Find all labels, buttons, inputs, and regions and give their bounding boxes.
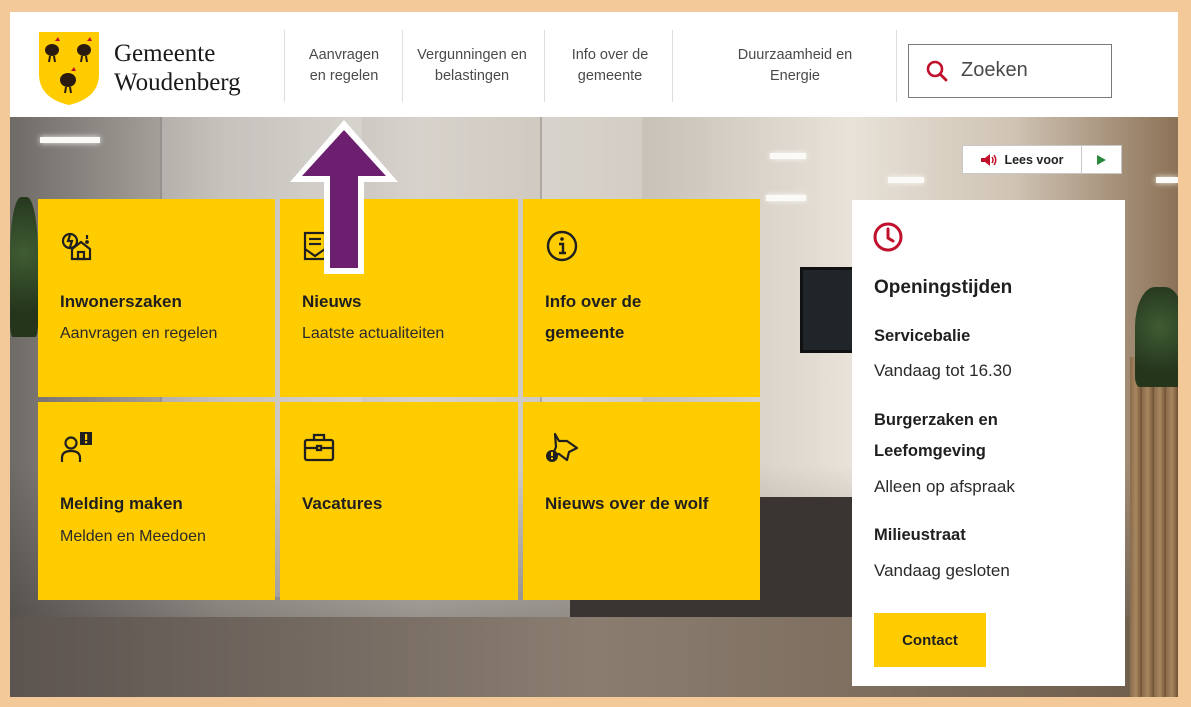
ceiling-light xyxy=(40,137,100,143)
play-icon xyxy=(1097,154,1106,165)
tile-melding-maken[interactable]: Melding maken Melden en Meedoen xyxy=(38,402,275,600)
woudenberg-logo[interactable] xyxy=(36,30,102,106)
contact-button[interactable]: Contact xyxy=(874,613,986,667)
annotation-arrow-icon xyxy=(290,120,398,274)
nav-vergunningen-en-belastingen[interactable]: Vergunningen en belastingen xyxy=(408,26,536,106)
tile-title: Vacatures xyxy=(302,494,383,513)
tile-title: Melding maken xyxy=(60,494,183,513)
tile-info-over-de-gemeente[interactable]: Info over de gemeente xyxy=(523,199,760,397)
house-energy-icon xyxy=(61,232,92,261)
page-frame: Gemeente Woudenberg Aanvragen en regelen… xyxy=(10,12,1178,697)
search-icon[interactable] xyxy=(925,59,949,83)
nav-divider xyxy=(672,30,673,102)
wolf-alert-icon xyxy=(546,432,579,462)
nav-info-over-de-gemeente[interactable]: Info over de gemeente xyxy=(550,26,670,106)
opening-hours-panel: Openingstijden Servicebalie Vandaag tot … xyxy=(852,200,1125,686)
tile-title: Info over de gemeente xyxy=(545,292,642,342)
nav-duurzaamheid-en-energie[interactable]: Duurzaamheid en Energie xyxy=(690,26,900,106)
speaker-icon xyxy=(981,153,997,166)
tile-title: Inwonerszaken xyxy=(60,292,182,311)
brand-name[interactable]: Gemeente Woudenberg xyxy=(114,39,241,97)
info-icon xyxy=(546,230,578,262)
nav-aanvragen-en-regelen[interactable]: Aanvragen en regelen xyxy=(294,26,394,106)
tile-title: Nieuws xyxy=(302,292,362,311)
hours-label: Burgerzaken en Leefomgeving xyxy=(874,411,998,460)
play-button[interactable] xyxy=(1081,146,1121,173)
ceiling-light xyxy=(766,195,806,201)
lees-voor-label: Lees voor xyxy=(1004,152,1064,167)
readspeaker-widget: Lees voor xyxy=(962,145,1122,174)
site-header: Gemeente Woudenberg Aanvragen en regelen… xyxy=(10,12,1178,117)
nav-divider xyxy=(284,30,285,102)
nav-divider xyxy=(402,30,403,102)
wooden-column xyxy=(1130,357,1178,697)
tile-subtitle: Aanvragen en regelen xyxy=(60,325,218,342)
nav-label: Aanvragen en regelen xyxy=(308,47,380,84)
hours-value: Alleen op afspraak xyxy=(874,477,1015,496)
search-box[interactable] xyxy=(908,44,1112,98)
tile-nieuws-over-de-wolf[interactable]: Nieuws over de wolf xyxy=(523,402,760,600)
plant xyxy=(1135,287,1178,387)
tile-title: Nieuws over de wolf xyxy=(545,494,709,513)
person-alert-icon xyxy=(60,432,92,462)
tile-subtitle: Melden en Meedoen xyxy=(60,528,206,545)
tile-subtitle: Laatste actualiteiten xyxy=(302,325,445,342)
lees-voor-button[interactable]: Lees voor xyxy=(963,146,1082,173)
plant xyxy=(10,197,38,337)
brand-line-2: Woudenberg xyxy=(114,69,241,96)
brand-line-1: Gemeente xyxy=(114,40,216,67)
hours-value: Vandaag gesloten xyxy=(874,561,1010,580)
nav-divider xyxy=(896,30,897,102)
nav-label: Info over de gemeente xyxy=(571,47,649,84)
hours-value: Vandaag tot 16.30 xyxy=(874,361,1012,380)
tile-vacatures[interactable]: Vacatures xyxy=(280,402,518,600)
ceiling-light xyxy=(770,153,806,159)
ceiling-light xyxy=(888,177,924,183)
tile-inwonerszaken[interactable]: Inwonerszaken Aanvragen en regelen xyxy=(38,199,275,397)
briefcase-icon xyxy=(303,433,335,462)
opening-hours-title: Openingstijden xyxy=(874,277,1013,298)
nav-label: Vergunningen en belastingen xyxy=(417,47,527,84)
ceiling-light xyxy=(1156,177,1178,183)
nav-label: Duurzaamheid en Energie xyxy=(737,47,853,84)
search-input[interactable] xyxy=(961,45,1101,96)
hours-label: Servicebalie xyxy=(874,327,971,345)
hours-label: Milieustraat xyxy=(874,526,966,544)
nav-divider xyxy=(544,30,545,102)
clock-icon xyxy=(873,222,903,252)
